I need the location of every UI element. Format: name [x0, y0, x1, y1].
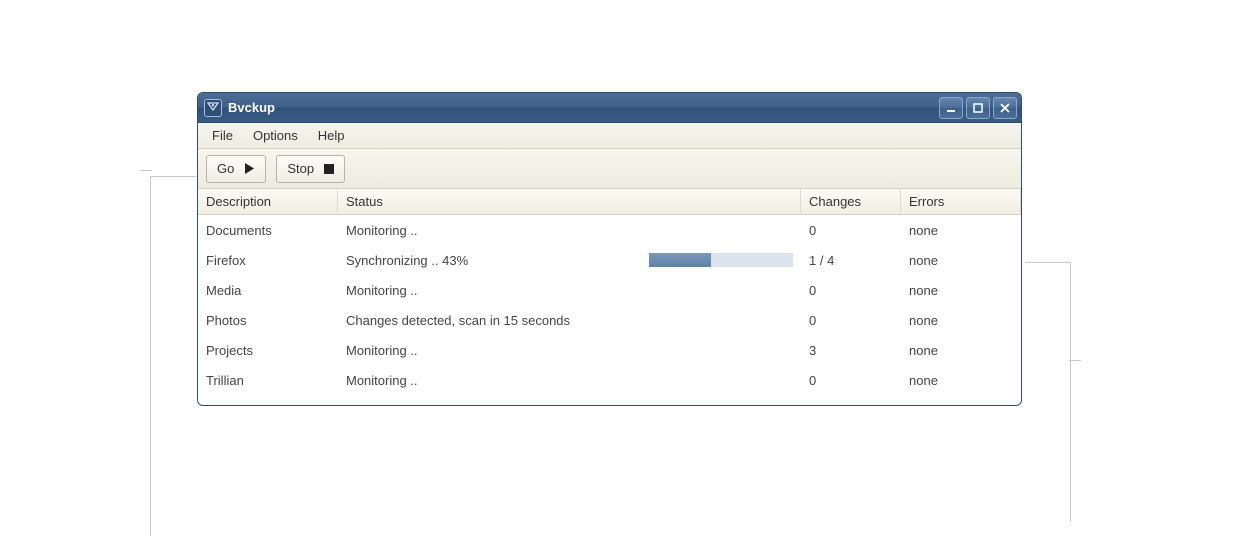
- maximize-button[interactable]: [966, 97, 990, 119]
- cell-description: Firefox: [198, 253, 338, 268]
- task-list: DocumentsMonitoring ..0noneFirefoxSynchr…: [198, 215, 1021, 395]
- toolbar: Go Stop: [198, 149, 1021, 189]
- cell-description: Media: [198, 283, 338, 298]
- cell-errors: none: [901, 253, 1021, 268]
- status-text: Monitoring ..: [346, 283, 418, 298]
- cell-changes: 0: [801, 373, 901, 388]
- cell-errors: none: [901, 343, 1021, 358]
- header-errors[interactable]: Errors: [901, 189, 1021, 214]
- menu-help[interactable]: Help: [308, 125, 355, 146]
- app-icon: [204, 99, 222, 117]
- cell-status: Changes detected, scan in 15 seconds: [338, 313, 641, 328]
- cell-errors: none: [901, 283, 1021, 298]
- table-row[interactable]: Firefox Synchronizing .. 43% 1 / 4none: [198, 245, 1021, 275]
- close-button[interactable]: [993, 97, 1017, 119]
- table-row[interactable]: Media Monitoring .. 0none: [198, 275, 1021, 305]
- play-icon: [244, 163, 255, 174]
- cell-errors: none: [901, 313, 1021, 328]
- cell-status: Monitoring ..: [338, 223, 641, 238]
- cell-status: Synchronizing .. 43%: [338, 253, 641, 268]
- progress-fill: [649, 253, 711, 267]
- cell-changes: 0: [801, 313, 901, 328]
- table-row[interactable]: Documents Monitoring .. 0none: [198, 215, 1021, 245]
- cell-status: Monitoring ..: [338, 373, 641, 388]
- decorative-bracket-right: [1025, 262, 1071, 522]
- maximize-icon: [972, 102, 984, 114]
- table-row[interactable]: Projects Monitoring .. 3none: [198, 335, 1021, 365]
- minimize-button[interactable]: [939, 97, 963, 119]
- column-headers: Description Status Changes Errors: [198, 189, 1021, 215]
- close-icon: [999, 102, 1011, 114]
- cell-description: Trillian: [198, 373, 338, 388]
- menu-file[interactable]: File: [202, 125, 243, 146]
- cell-errors: none: [901, 223, 1021, 238]
- cell-changes: 3: [801, 343, 901, 358]
- window-title: Bvckup: [228, 100, 939, 115]
- status-text: Changes detected, scan in 15 seconds: [346, 313, 570, 328]
- cell-errors: none: [901, 373, 1021, 388]
- cell-progress: [641, 253, 801, 267]
- decorative-bracket-left: [150, 176, 196, 536]
- decorative-line: [1069, 360, 1081, 361]
- status-text: Monitoring ..: [346, 373, 418, 388]
- table-row[interactable]: Trillian Monitoring .. 0none: [198, 365, 1021, 395]
- app-window: Bvckup File Options Help: [197, 92, 1022, 406]
- stop-button[interactable]: Stop: [276, 155, 345, 183]
- window-controls: [939, 97, 1017, 119]
- padding: [198, 395, 1021, 405]
- minimize-icon: [945, 102, 957, 114]
- header-changes[interactable]: Changes: [801, 189, 901, 214]
- menubar: File Options Help: [198, 123, 1021, 149]
- menu-options[interactable]: Options: [243, 125, 308, 146]
- cell-changes: 1 / 4: [801, 253, 901, 268]
- progress-bar: [649, 253, 793, 267]
- cell-description: Photos: [198, 313, 338, 328]
- cell-changes: 0: [801, 283, 901, 298]
- status-text: Monitoring ..: [346, 343, 418, 358]
- cell-status: Monitoring ..: [338, 343, 641, 358]
- status-text: Synchronizing .. 43%: [346, 253, 468, 268]
- status-text: Monitoring ..: [346, 223, 418, 238]
- cell-changes: 0: [801, 223, 901, 238]
- decorative-line: [140, 170, 152, 171]
- cell-description: Documents: [198, 223, 338, 238]
- go-button[interactable]: Go: [206, 155, 266, 183]
- table-row[interactable]: Photos Changes detected, scan in 15 secon…: [198, 305, 1021, 335]
- stop-button-label: Stop: [287, 161, 314, 176]
- header-description[interactable]: Description: [198, 189, 338, 214]
- cell-status: Monitoring ..: [338, 283, 641, 298]
- header-status[interactable]: Status: [338, 189, 801, 214]
- stop-icon: [324, 164, 334, 174]
- titlebar[interactable]: Bvckup: [198, 93, 1021, 123]
- cell-description: Projects: [198, 343, 338, 358]
- go-button-label: Go: [217, 161, 234, 176]
